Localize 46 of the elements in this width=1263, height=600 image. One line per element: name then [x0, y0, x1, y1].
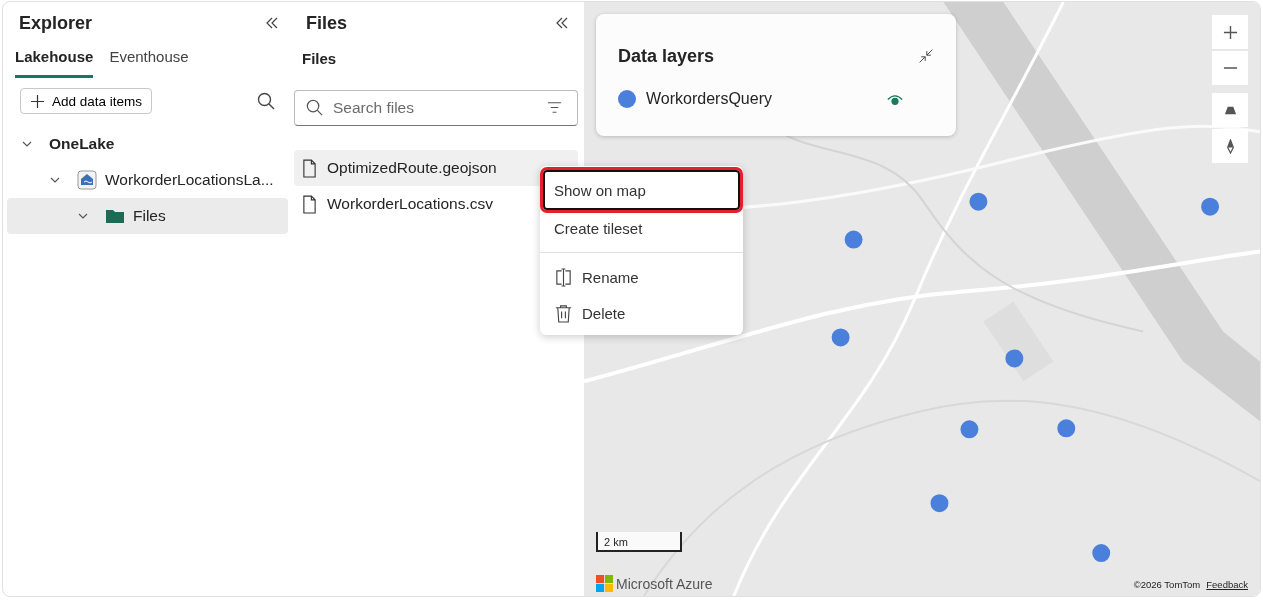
zoom-in-button[interactable] — [1212, 15, 1248, 49]
menu-item[interactable]: Rename — [540, 259, 743, 295]
file-item[interactable]: WorkorderLocations.csv — [294, 186, 501, 222]
lakehouse-icon — [77, 170, 97, 190]
eye-icon[interactable] — [886, 92, 904, 106]
panel-title: Explorer — [19, 12, 93, 34]
tree-item[interactable]: OneLake — [7, 126, 288, 162]
plus-icon — [1222, 24, 1238, 40]
menu-item[interactable]: Create tileset — [540, 210, 743, 246]
menu-item[interactable]: Show on map — [543, 170, 740, 210]
tree-label: OneLake — [49, 135, 115, 153]
file-icon — [302, 158, 317, 178]
search-icon — [305, 98, 324, 117]
collapse-icon[interactable] — [918, 48, 934, 64]
feedback-link[interactable]: Feedback — [1206, 579, 1248, 590]
search-icon[interactable] — [256, 91, 276, 111]
tree-item[interactable]: WorkorderLocationsLa... — [7, 162, 288, 198]
search-field[interactable]: Search files — [294, 90, 578, 126]
delete-icon — [554, 303, 573, 323]
pitch-button[interactable] — [1212, 93, 1248, 127]
minus-icon — [1222, 67, 1238, 69]
tab[interactable]: Eventhouse — [109, 44, 189, 78]
tree-label: Files — [133, 207, 166, 225]
section-heading: Files — [301, 49, 338, 69]
copyright-text: ©2026 TomTom — [1133, 579, 1201, 590]
file-icon — [302, 194, 317, 214]
tab[interactable]: Lakehouse — [15, 44, 94, 78]
panel-title: Files — [306, 12, 348, 34]
panel-title: Data layers — [618, 45, 715, 67]
compass-button[interactable] — [1212, 129, 1248, 163]
collapse-icon[interactable] — [554, 15, 570, 31]
file-name: WorkorderLocations.csv — [327, 195, 493, 213]
brand-name: Microsoft Azure — [616, 575, 713, 592]
scale-bar: 2 km — [596, 532, 682, 552]
layer-name: WorkordersQuery — [646, 90, 773, 108]
rename-icon — [554, 267, 573, 287]
file-item[interactable]: OptimizedRoute.geojson — [294, 150, 578, 186]
menu-item[interactable]: Delete — [540, 295, 743, 331]
file-name: OptimizedRoute.geojson — [327, 159, 497, 177]
logo-icon — [596, 575, 613, 592]
tree-item[interactable]: Files — [7, 198, 288, 234]
plus-icon — [30, 93, 45, 109]
zoom-out-button[interactable] — [1212, 51, 1248, 85]
collapse-icon[interactable] — [264, 15, 280, 31]
tree-label: WorkorderLocationsLa... — [105, 171, 274, 189]
add-data-items-button[interactable]: Add data items — [20, 88, 153, 114]
